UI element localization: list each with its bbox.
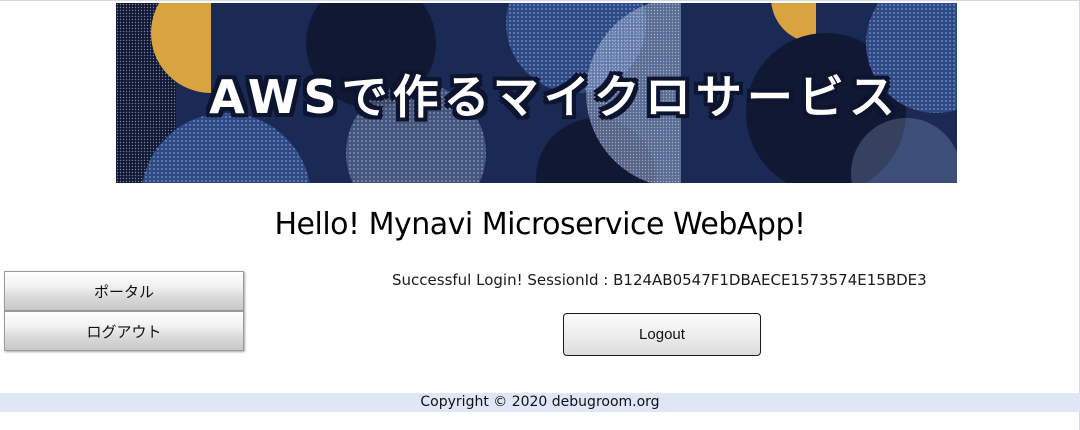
- banner-image: AWSで作るマイクロサービス: [116, 3, 957, 183]
- footer-copyright: Copyright © 2020 debugroom.org: [0, 393, 1080, 412]
- logout-button[interactable]: Logout: [563, 313, 761, 356]
- menu-item-logout[interactable]: ログアウト: [4, 311, 244, 351]
- banner-title: AWSで作るマイクロサービス: [209, 70, 900, 124]
- page-title: Hello! Mynavi Microservice WebApp!: [274, 207, 806, 242]
- menu-item-portal[interactable]: ポータル: [4, 271, 244, 311]
- side-menu: ポータル ログアウト: [4, 271, 244, 351]
- page: AWSで作るマイクロサービス Hello! Mynavi Microservic…: [0, 0, 1080, 430]
- session-message: Successful Login! SessionId : B124AB0547…: [392, 271, 927, 289]
